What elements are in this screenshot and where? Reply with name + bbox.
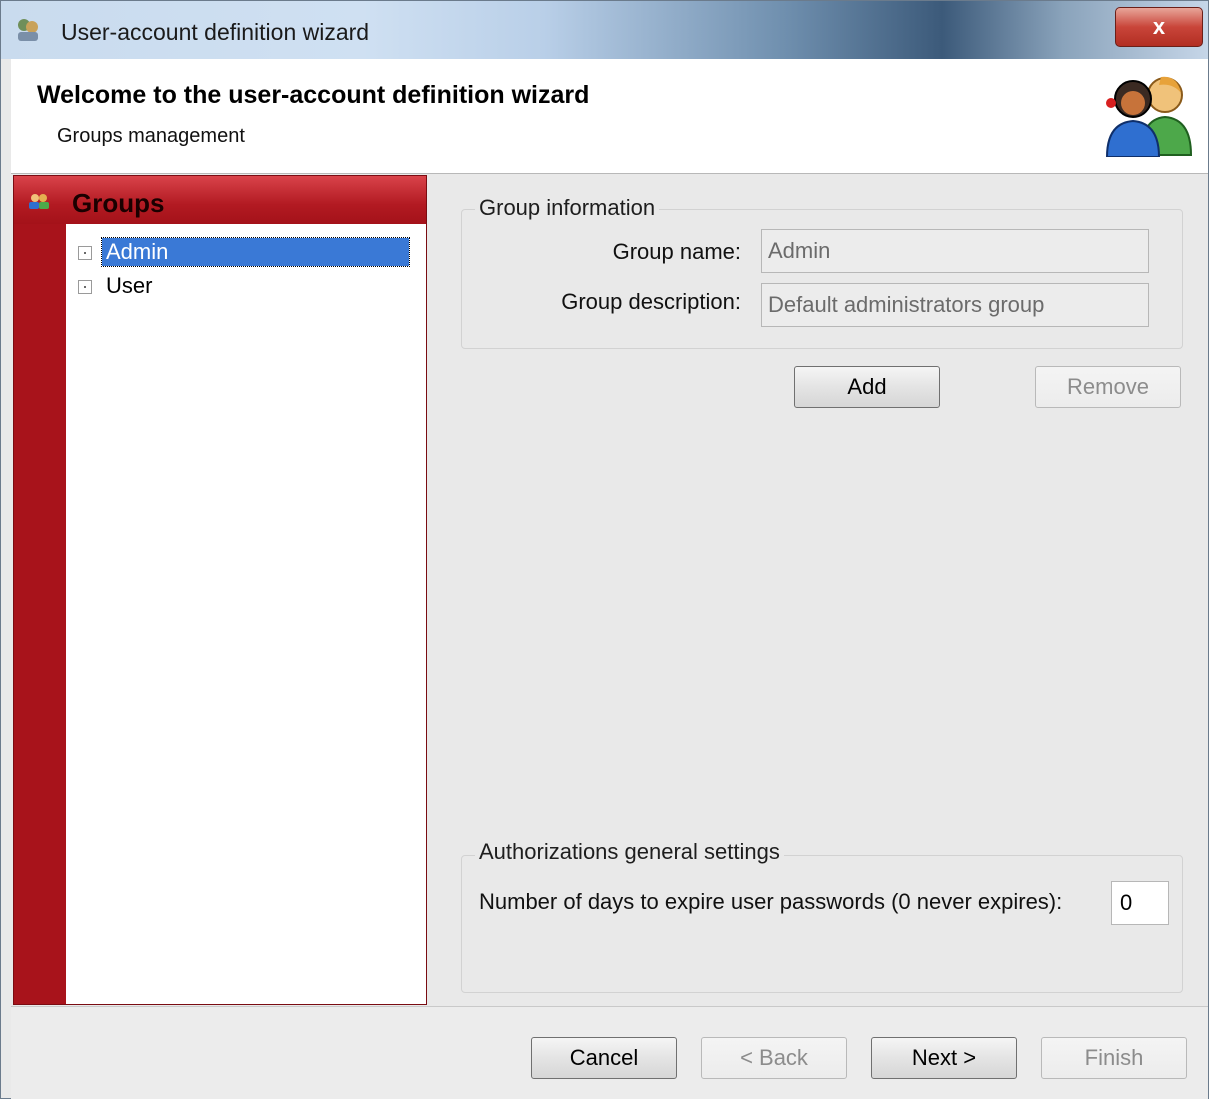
window-title: User-account definition wizard bbox=[61, 19, 370, 45]
users-icon bbox=[1105, 76, 1193, 157]
groups-tree[interactable]: Admin User bbox=[66, 224, 426, 1004]
close-icon: x bbox=[1152, 14, 1166, 39]
app-icon bbox=[18, 19, 38, 41]
group-details-panel: Group information Group name: Group desc… bbox=[429, 175, 1208, 1005]
tree-item-user[interactable]: User bbox=[66, 270, 426, 302]
group-information-legend: Group information bbox=[475, 195, 660, 221]
wizard-window: User-account definition wizard x Welcome… bbox=[0, 0, 1209, 1099]
tree-node-icon[interactable] bbox=[78, 246, 92, 260]
tree-node-icon[interactable] bbox=[78, 280, 92, 294]
groups-icon bbox=[29, 194, 49, 209]
authorizations-legend: Authorizations general settings bbox=[475, 839, 784, 865]
close-button[interactable]: x bbox=[1115, 7, 1203, 47]
cancel-button[interactable]: Cancel bbox=[531, 1037, 677, 1079]
authorizations-box bbox=[461, 855, 1183, 993]
groups-panel: Groups Admin User bbox=[13, 175, 427, 1005]
groups-title: Groups bbox=[72, 188, 165, 218]
wizard-header: Welcome to the user-account definition w… bbox=[11, 59, 1208, 174]
group-description-field[interactable] bbox=[761, 283, 1149, 327]
password-expiry-label: Number of days to expire user passwords … bbox=[479, 889, 1063, 914]
wizard-subheading: Groups management bbox=[57, 125, 245, 147]
group-description-label: Group description: bbox=[561, 289, 741, 314]
remove-button[interactable]: Remove bbox=[1035, 366, 1181, 408]
tree-item-admin[interactable]: Admin bbox=[66, 236, 426, 268]
back-button[interactable]: < Back bbox=[701, 1037, 847, 1079]
wizard-heading: Welcome to the user-account definition w… bbox=[37, 81, 590, 109]
next-button[interactable]: Next > bbox=[871, 1037, 1017, 1079]
group-name-label: Group name: bbox=[612, 239, 741, 264]
tree-item-label[interactable]: User bbox=[102, 272, 156, 300]
wizard-footer: Cancel < Back Next > Finish bbox=[11, 1006, 1208, 1099]
title-bar[interactable]: User-account definition wizard x bbox=[1, 1, 1208, 59]
password-expiry-days-field[interactable] bbox=[1111, 881, 1169, 925]
group-name-field[interactable] bbox=[761, 229, 1149, 273]
finish-button[interactable]: Finish bbox=[1041, 1037, 1187, 1079]
tree-item-label[interactable]: Admin bbox=[101, 237, 410, 267]
groups-panel-header: Groups bbox=[14, 176, 426, 224]
add-button[interactable]: Add bbox=[794, 366, 940, 408]
